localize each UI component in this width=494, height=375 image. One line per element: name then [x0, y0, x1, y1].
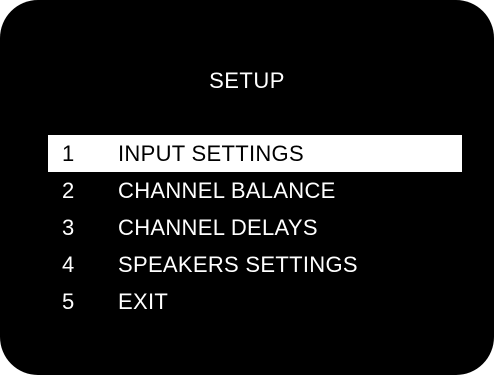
- menu-item-number: 4: [62, 251, 75, 277]
- menu-item-label: SPEAKERS SETTINGS: [118, 251, 358, 277]
- menu-item-number: 3: [62, 214, 75, 240]
- menu-item-number: 5: [62, 288, 75, 314]
- menu-item-label: INPUT SETTINGS: [118, 140, 304, 166]
- menu-item-label: CHANNEL DELAYS: [118, 214, 318, 240]
- setup-menu: 1 INPUT SETTINGS 2 CHANNEL BALANCE 3 CHA…: [48, 135, 462, 320]
- menu-item-exit[interactable]: 5 EXIT: [48, 283, 462, 320]
- menu-item-number: 2: [62, 177, 75, 203]
- setup-screen: SETUP 1 INPUT SETTINGS 2 CHANNEL BALANCE…: [0, 0, 494, 375]
- menu-title: SETUP: [209, 68, 285, 93]
- menu-item-number: 1: [62, 140, 75, 166]
- menu-item-channel-balance[interactable]: 2 CHANNEL BALANCE: [48, 172, 462, 209]
- menu-item-input-settings[interactable]: 1 INPUT SETTINGS: [48, 135, 462, 172]
- menu-item-speakers-settings[interactable]: 4 SPEAKERS SETTINGS: [48, 246, 462, 283]
- menu-item-channel-delays[interactable]: 3 CHANNEL DELAYS: [48, 209, 462, 246]
- menu-item-label: EXIT: [118, 288, 169, 314]
- menu-item-label: CHANNEL BALANCE: [118, 177, 336, 203]
